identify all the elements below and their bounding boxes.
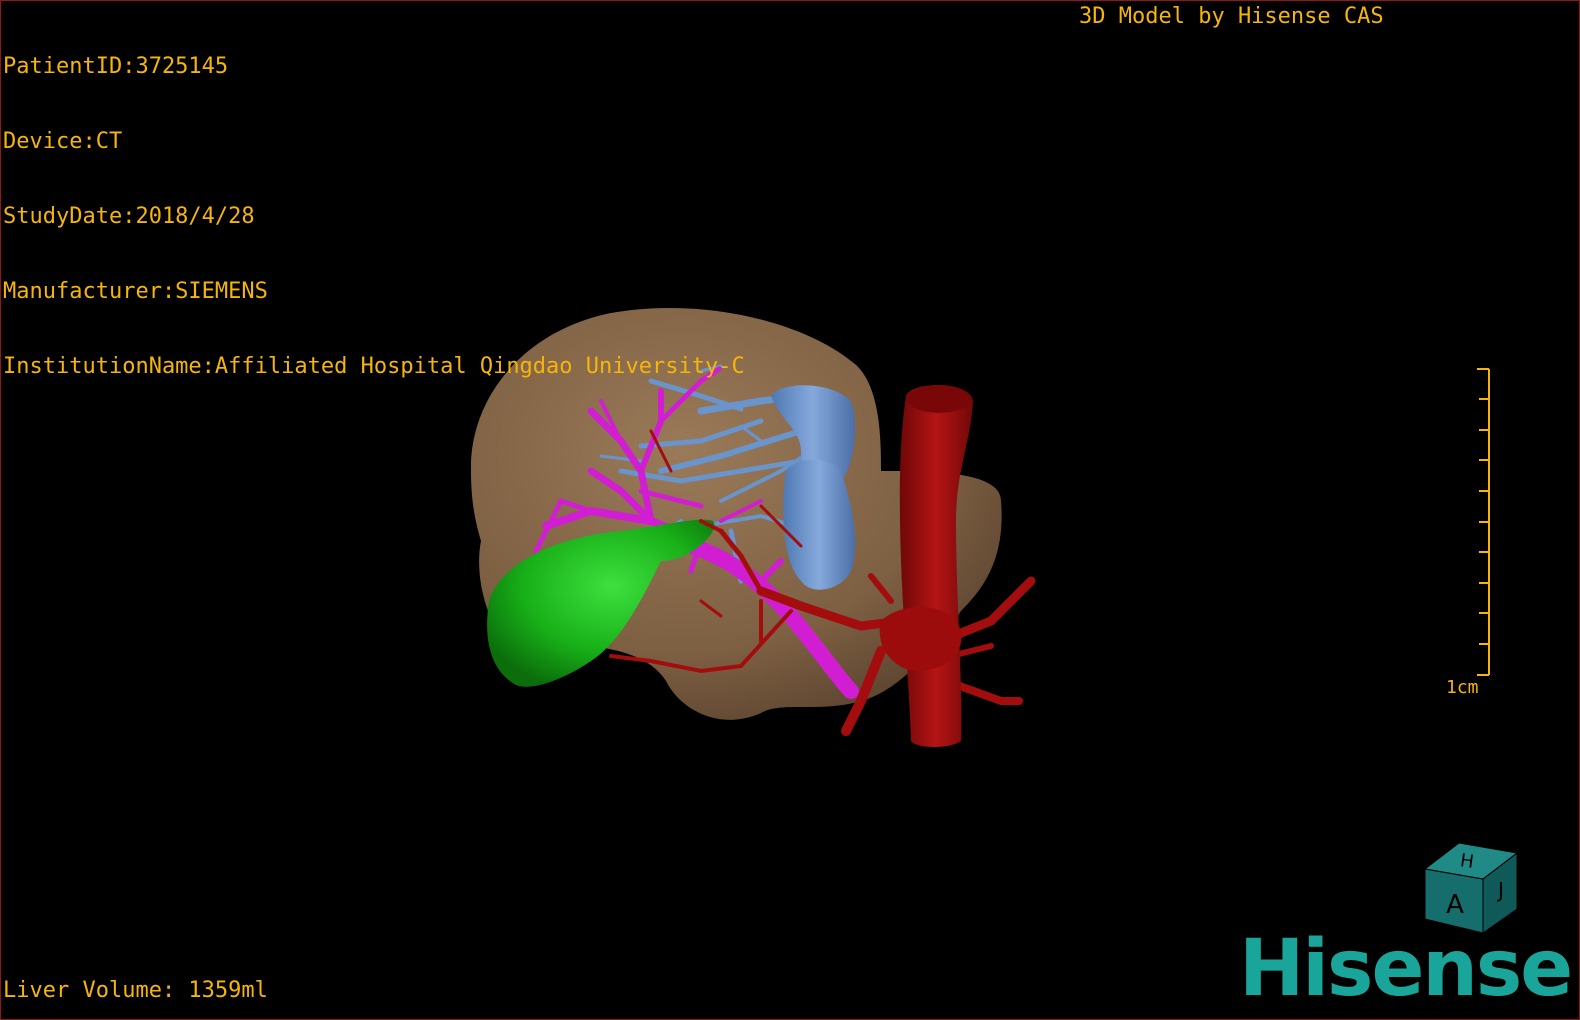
device-label: Device:CT	[3, 129, 123, 154]
institution-label: InstitutionName:Affiliated Hospital Qing…	[3, 354, 745, 379]
model-title: 3D Model by Hisense CAS	[1079, 4, 1384, 29]
study-date-label: StudyDate:2018/4/28	[3, 204, 255, 229]
cube-label-a: A	[1446, 890, 1464, 920]
scale-bar	[1477, 368, 1490, 676]
liver-volume-label: Liver Volume: 1359ml	[3, 978, 268, 1003]
patient-id-label: PatientID:3725145	[3, 54, 229, 79]
cube-label-h: H	[1459, 850, 1475, 873]
scale-unit-label: 1cm	[1446, 677, 1479, 698]
hisense-logo: Hisense	[1239, 924, 1573, 1014]
3d-viewport[interactable]: PatientID:3725145 Device:CT StudyDate:20…	[0, 0, 1580, 1020]
cube-label-j: J	[1496, 878, 1504, 902]
manufacturer-label: Manufacturer:SIEMENS	[3, 279, 268, 304]
dicom-info: PatientID:3725145 Device:CT StudyDate:20…	[3, 4, 745, 429]
ivc-opening	[907, 385, 971, 413]
